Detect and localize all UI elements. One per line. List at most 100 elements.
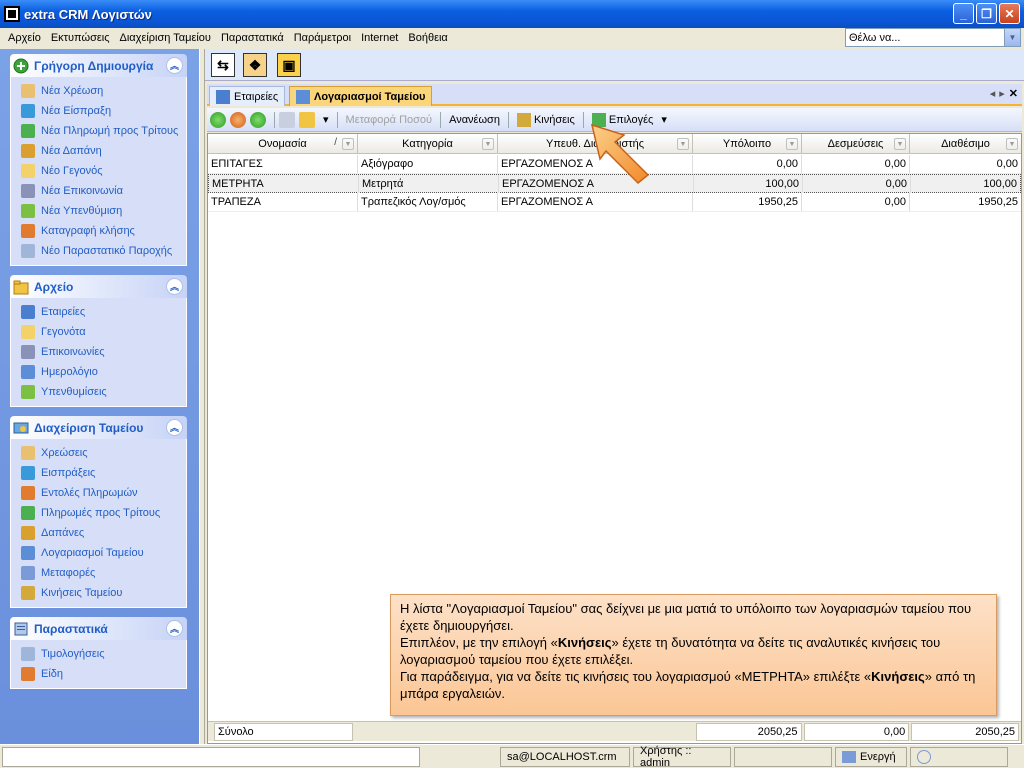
sidebar-item-new-reminder[interactable]: Νέα Υπενθύμιση bbox=[21, 201, 186, 221]
reminders-icon bbox=[21, 385, 35, 399]
menu-parameters[interactable]: Παράμετροι bbox=[289, 28, 356, 49]
menu-prints[interactable]: Εκτυπώσεις bbox=[46, 28, 115, 49]
sync-icon bbox=[917, 750, 931, 764]
footer-balance: 2050,25 bbox=[695, 723, 802, 741]
collapse-icon[interactable]: ︽ bbox=[166, 57, 183, 74]
sidebar-item-new-expense[interactable]: Νέα Δαπάνη bbox=[21, 141, 186, 161]
restore-button[interactable]: ❐ bbox=[976, 3, 997, 24]
column-header-available[interactable]: Διαθέσιμο ▼ bbox=[910, 134, 1021, 154]
print-icon[interactable] bbox=[279, 111, 295, 128]
sidebar-item-charges[interactable]: Χρεώσεις bbox=[21, 443, 186, 463]
sidebar-item-companies[interactable]: Εταιρείες bbox=[21, 302, 186, 322]
companies-icon bbox=[216, 89, 230, 104]
collapse-icon[interactable]: ︽ bbox=[166, 419, 183, 436]
close-tab-icon[interactable]: ✕ bbox=[1009, 88, 1018, 100]
sidebar-item-transfers[interactable]: Μεταφορές bbox=[21, 563, 186, 583]
cash-icon bbox=[13, 422, 29, 433]
filter-icon[interactable]: ▼ bbox=[482, 138, 494, 150]
menu-internet[interactable]: Internet bbox=[356, 28, 403, 49]
minimize-button[interactable]: _ bbox=[953, 3, 974, 24]
column-header-commitments[interactable]: Δεσμεύσεις ▼ bbox=[802, 134, 910, 154]
sidebar-group-header[interactable]: Παραστατικά ︽ bbox=[10, 617, 187, 640]
tab-right-icon[interactable]: ▸ bbox=[999, 88, 1009, 100]
column-header-category[interactable]: Κατηγορία ▼ bbox=[358, 134, 498, 154]
sidebar-item-invoicing[interactable]: Τιμολογήσεις bbox=[21, 644, 186, 664]
filter-icon[interactable]: ▼ bbox=[1006, 138, 1018, 150]
status-server: sa@LOCALHOST.crm bbox=[500, 747, 630, 767]
sidebar-item-events[interactable]: Γεγονότα bbox=[21, 322, 186, 342]
collapse-icon[interactable]: ︽ bbox=[166, 620, 183, 637]
sidebar-item-cash-movements[interactable]: Κινήσεις Ταμείου bbox=[21, 583, 186, 603]
sidebar-group-title: Διαχείριση Ταμείου bbox=[34, 420, 144, 435]
sidebar-item-reminders[interactable]: Υπενθυμίσεις bbox=[21, 382, 186, 402]
movements-button[interactable]: Κινήσεις bbox=[513, 112, 579, 127]
tab-left-icon[interactable]: ◂ bbox=[990, 88, 1000, 100]
add-icon[interactable] bbox=[210, 111, 226, 128]
tab-cash-accounts[interactable]: Λογαριασμοί Ταμείου bbox=[289, 86, 433, 106]
sidebar-item-new-service-document[interactable]: Νέο Παραστατικό Παροχής bbox=[21, 241, 186, 261]
swap-arrows-icon[interactable]: ⇆ bbox=[211, 53, 235, 77]
transfer-amount-button[interactable]: Μεταφορά Ποσού bbox=[342, 114, 437, 126]
menu-cash-management[interactable]: Διαχείριση Ταμείου bbox=[115, 28, 216, 49]
filter-icon[interactable]: ▼ bbox=[677, 138, 689, 150]
status-message bbox=[2, 747, 420, 767]
menu-file[interactable]: Αρχείο bbox=[3, 28, 46, 49]
sidebar-item-payment-orders[interactable]: Εντολές Πληρωμών bbox=[21, 483, 186, 503]
sidebar-item-calendar[interactable]: Ημερολόγιο bbox=[21, 362, 186, 382]
menu-help[interactable]: Βοήθεια bbox=[403, 28, 452, 49]
sidebar-group-file: Αρχείο ︽ Εταιρείες Γεγονότα Επικοινωνίες… bbox=[10, 275, 187, 407]
sidebar-item-new-charge[interactable]: Νέα Χρέωση bbox=[21, 81, 186, 101]
dropdown-arrow-icon[interactable]: ▾ bbox=[319, 113, 333, 126]
events-icon bbox=[21, 325, 35, 339]
delete-icon[interactable] bbox=[250, 111, 266, 128]
tab-companies[interactable]: Εταιρείες bbox=[209, 86, 286, 106]
sidebar-item-cash-accounts[interactable]: Λογαριασμοί Ταμείου bbox=[21, 543, 186, 563]
receipts-icon bbox=[21, 466, 35, 480]
sidebar-item-third-party-payments[interactable]: Πληρωμές προς Τρίτους bbox=[21, 503, 186, 523]
sidebar-item-new-third-party-payment[interactable]: Νέα Πληρωμή προς Τρίτους bbox=[21, 121, 186, 141]
expense-icon bbox=[21, 144, 35, 158]
network-icon[interactable]: ❖ bbox=[243, 53, 267, 77]
document-icon bbox=[14, 622, 28, 635]
status-indicator bbox=[910, 747, 1008, 767]
status-icon bbox=[842, 751, 856, 763]
collapse-icon[interactable]: ︽ bbox=[166, 278, 183, 295]
transfers-icon bbox=[21, 566, 35, 580]
pointer-arrow-icon bbox=[590, 123, 650, 185]
filter-icon[interactable]: ▼ bbox=[894, 138, 906, 150]
windows-icon[interactable]: ▣ bbox=[277, 53, 301, 77]
sidebar-group-title: Παραστατικά bbox=[34, 621, 108, 636]
sidebar-group-header[interactable]: Αρχείο ︽ bbox=[10, 275, 187, 298]
chevron-down-icon[interactable]: ▼ bbox=[1004, 29, 1020, 46]
refresh-button[interactable]: Ανανέωση bbox=[445, 114, 504, 126]
reminder-icon bbox=[21, 204, 35, 218]
sidebar-group-header[interactable]: Διαχείριση Ταμείου ︽ bbox=[10, 416, 187, 439]
column-header-name[interactable]: Ονομασία / ▼ bbox=[208, 134, 358, 154]
cash-accounts-icon bbox=[21, 546, 35, 560]
email-icon[interactable] bbox=[299, 111, 315, 128]
sidebar-item-products[interactable]: Είδη bbox=[21, 664, 186, 684]
sidebar-splitter[interactable] bbox=[199, 49, 205, 744]
footer-commitments: 0,00 bbox=[803, 723, 910, 741]
sidebar-item-new-receipt[interactable]: Νέα Είσπραξη bbox=[21, 101, 186, 121]
companies-icon bbox=[21, 305, 35, 319]
window-title: extra CRM Λογιστών bbox=[24, 6, 152, 22]
refresh-edit-icon[interactable] bbox=[230, 111, 246, 128]
sidebar-item-communications[interactable]: Επικοινωνίες bbox=[21, 342, 186, 362]
sidebar-item-new-communication[interactable]: Νέα Επικοινωνία bbox=[21, 181, 186, 201]
sidebar-group-header[interactable]: Γρήγορη Δημιουργία ︽ bbox=[10, 54, 187, 77]
table-row[interactable]: ΤΡΑΠΕΖΑ Τραπεζικός Λογ/σμός ΕΡΓΑΖΟΜΕΝΟΣ … bbox=[208, 193, 1021, 212]
sidebar-item-expenses[interactable]: Δαπάνες bbox=[21, 523, 186, 543]
sidebar-item-new-event[interactable]: Νέο Γεγονός bbox=[21, 161, 186, 181]
sidebar-item-receipts[interactable]: Εισπράξεις bbox=[21, 463, 186, 483]
column-header-balance[interactable]: Υπόλοιπο ▼ bbox=[693, 134, 802, 154]
filter-icon[interactable]: ▼ bbox=[342, 138, 354, 150]
close-button[interactable]: ✕ bbox=[999, 3, 1020, 24]
sidebar-group-title: Γρήγορη Δημιουργία bbox=[34, 58, 154, 73]
quick-search-value: Θέλω να... bbox=[849, 31, 901, 44]
grid-footer: Σύνολο 2050,25 0,00 2050,25 bbox=[208, 721, 1021, 741]
menu-documents[interactable]: Παραστατικά bbox=[216, 28, 289, 49]
filter-icon[interactable]: ▼ bbox=[786, 138, 798, 150]
quick-search-combo[interactable]: Θέλω να... ▼ bbox=[845, 28, 1021, 47]
sidebar-item-call-log[interactable]: Καταγραφή κλήσης bbox=[21, 221, 186, 241]
